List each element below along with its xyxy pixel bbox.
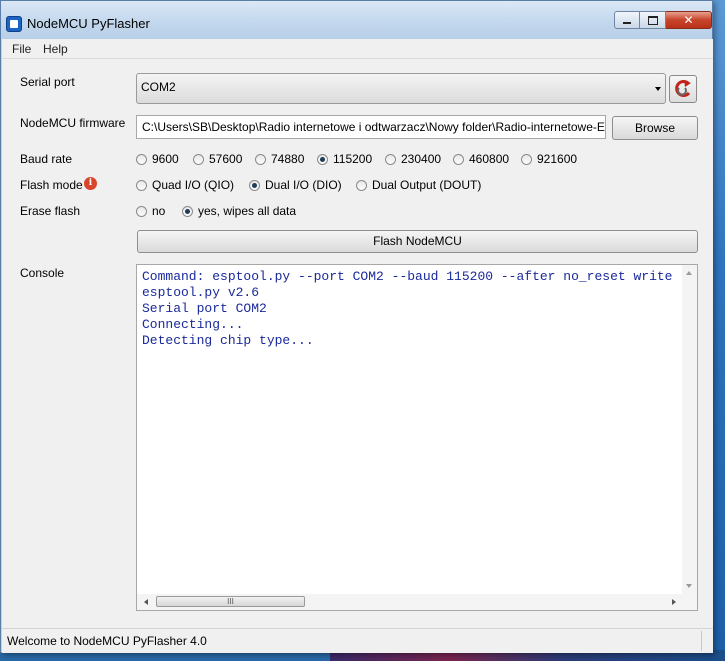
- flash-nodemcu-button[interactable]: Flash NodeMCU: [137, 230, 698, 253]
- close-icon: ✕: [683, 13, 694, 27]
- baud-option-label: 921600: [537, 152, 578, 166]
- info-icon[interactable]: i: [84, 177, 97, 190]
- console-label: Console: [20, 266, 65, 280]
- baud-radio-460800[interactable]: 460800: [453, 152, 509, 166]
- menu-file[interactable]: File: [12, 42, 31, 56]
- refresh-ports-button[interactable]: [669, 75, 697, 103]
- menu-help[interactable]: Help: [43, 42, 68, 56]
- status-bar: Welcome to NodeMCU PyFlasher 4.0: [2, 628, 713, 653]
- flash-mode-option-label: Dual I/O (DIO): [265, 178, 342, 192]
- baud-option-label: 74880: [271, 152, 305, 166]
- firmware-path-field[interactable]: C:\Users\SB\Desktop\Radio internetowe i …: [136, 115, 606, 139]
- radio-button[interactable]: [356, 179, 367, 191]
- radio-button[interactable]: [136, 179, 147, 191]
- erase-radio-no[interactable]: no: [136, 204, 165, 218]
- firmware-label: NodeMCU firmware: [20, 116, 126, 130]
- baud-option-label: 460800: [469, 152, 510, 166]
- baud-radio-9600[interactable]: 9600: [136, 152, 179, 166]
- status-text: Welcome to NodeMCU PyFlasher 4.0: [7, 634, 207, 648]
- close-button[interactable]: ✕: [666, 11, 712, 29]
- flash-mode-option-label: Dual Output (DOUT): [372, 178, 482, 192]
- serial-port-label: Serial port: [20, 75, 75, 89]
- radio-button[interactable]: [255, 153, 266, 165]
- console-line: Detecting chip type...: [142, 333, 314, 348]
- radio-button[interactable]: [136, 205, 147, 217]
- window-title: NodeMCU PyFlasher: [27, 16, 150, 31]
- flash-mode-radio-qio[interactable]: Quad I/O (QIO): [136, 178, 234, 192]
- erase-option-label: yes, wipes all data: [198, 204, 297, 218]
- window-controls: ✕: [614, 11, 712, 29]
- radio-button-selected[interactable]: [317, 153, 328, 165]
- radio-button-selected[interactable]: [182, 205, 193, 217]
- baud-radio-230400[interactable]: 230400: [385, 152, 441, 166]
- console-horizontal-scrollbar[interactable]: III: [137, 594, 697, 610]
- scroll-thumb[interactable]: III: [156, 596, 305, 607]
- refresh-icon: [675, 80, 691, 97]
- baud-radio-74880[interactable]: 74880: [255, 152, 304, 166]
- serial-port-select[interactable]: COM2: [136, 73, 666, 104]
- baud-radio-921600[interactable]: 921600: [521, 152, 577, 166]
- maximize-button[interactable]: [640, 11, 666, 29]
- minimize-icon: [623, 22, 631, 24]
- console-vertical-scrollbar[interactable]: [682, 265, 697, 594]
- baud-radio-115200[interactable]: 115200: [317, 152, 372, 166]
- radio-button[interactable]: [385, 153, 396, 165]
- menu-bar: File Help: [2, 39, 713, 59]
- console-output[interactable]: Command: esptool.py --port COM2 --baud 1…: [136, 264, 698, 611]
- erase-option-label: no: [152, 204, 166, 218]
- console-line: Command: esptool.py --port COM2 --baud 1…: [142, 269, 672, 284]
- baud-radio-57600[interactable]: 57600: [193, 152, 242, 166]
- console-line: esptool.py v2.6: [142, 285, 260, 300]
- flash-mode-radio-dout[interactable]: Dual Output (DOUT): [356, 178, 481, 192]
- radio-button[interactable]: [453, 153, 464, 165]
- baud-option-label: 115200: [333, 152, 373, 166]
- minimize-button[interactable]: [614, 11, 640, 29]
- flash-mode-option-label: Quad I/O (QIO): [152, 178, 235, 192]
- flash-mode-radio-dio[interactable]: Dual I/O (DIO): [249, 178, 342, 192]
- console-line: Connecting...: [142, 317, 244, 332]
- scroll-left-icon[interactable]: [144, 599, 148, 605]
- console-line: Serial port COM2: [142, 301, 267, 316]
- status-divider: [701, 631, 702, 651]
- baud-option-label: 9600: [152, 152, 179, 166]
- scroll-down-icon[interactable]: [686, 584, 692, 588]
- erase-radio-yes[interactable]: yes, wipes all data: [182, 204, 296, 218]
- main-panel: Serial port COM2 NodeMCU firmware C:\Use…: [2, 59, 713, 628]
- radio-button[interactable]: [521, 153, 532, 165]
- chevron-down-icon: [655, 87, 661, 91]
- app-icon: [6, 16, 22, 32]
- radio-button[interactable]: [136, 153, 147, 165]
- scroll-right-icon[interactable]: [672, 599, 676, 605]
- maximize-icon: [647, 15, 658, 25]
- radio-button-selected[interactable]: [249, 179, 260, 191]
- serial-port-value: COM2: [141, 80, 176, 94]
- radio-button[interactable]: [193, 153, 204, 165]
- baud-option-label: 230400: [401, 152, 442, 166]
- baud-option-label: 57600: [209, 152, 243, 166]
- baud-rate-label: Baud rate: [20, 152, 73, 166]
- console-text: Command: esptool.py --port COM2 --baud 1…: [142, 269, 672, 589]
- browse-button[interactable]: Browse: [612, 116, 698, 140]
- app-window: NodeMCU PyFlasher ✕ File Help Serial por…: [0, 0, 713, 653]
- flash-mode-label: Flash mode: [20, 178, 83, 192]
- scroll-up-icon[interactable]: [686, 271, 692, 275]
- title-bar[interactable]: NodeMCU PyFlasher ✕: [1, 1, 712, 39]
- erase-flash-label: Erase flash: [20, 204, 81, 218]
